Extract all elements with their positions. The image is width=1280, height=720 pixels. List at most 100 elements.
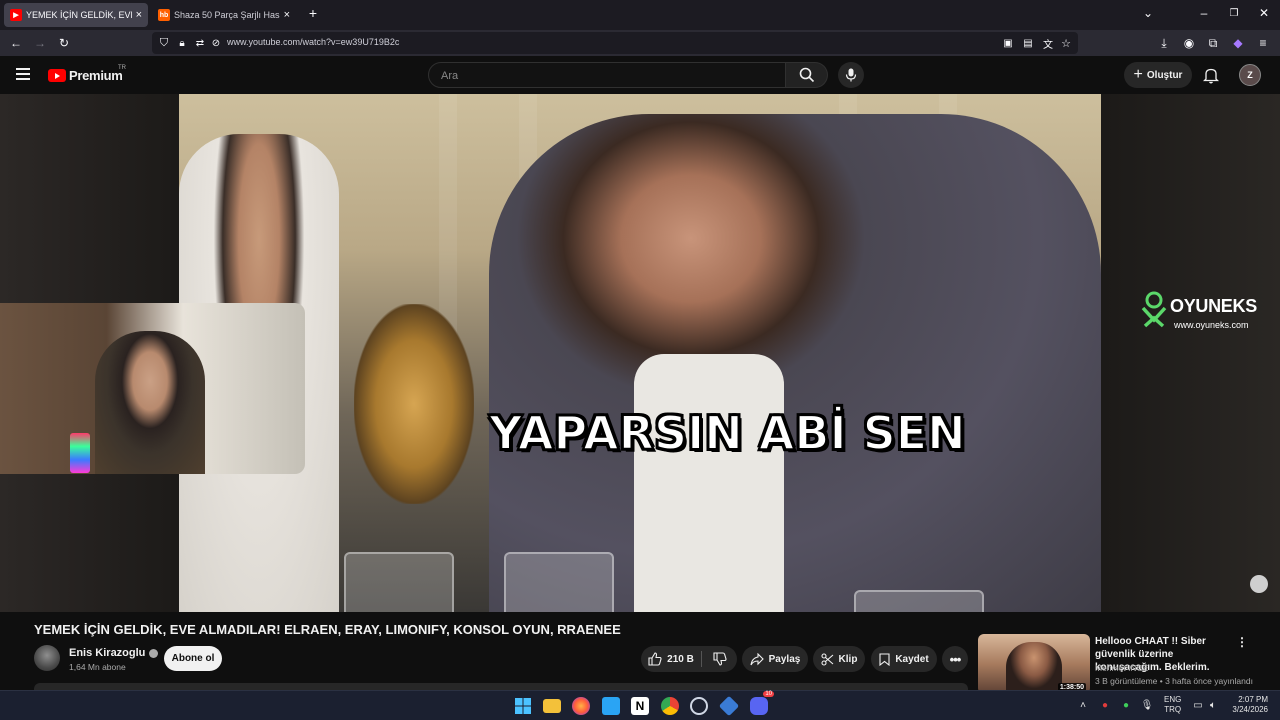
thumbs-down-icon	[713, 652, 727, 666]
tab-close-icon[interactable]: ×	[136, 9, 142, 21]
tab-youtube-video[interactable]: ▶ YEMEK İÇİN GELDİK, EVE ALMAD ×	[4, 3, 148, 27]
voice-search-button[interactable]	[838, 62, 864, 88]
create-label: Oluştur	[1146, 69, 1183, 81]
minimize-window-icon[interactable]: –	[1196, 6, 1212, 20]
share-button[interactable]: Paylaş	[742, 646, 808, 672]
discord-badge: 10	[763, 691, 774, 697]
thumbnail-person	[1006, 642, 1062, 694]
network-icon[interactable]: ▭	[1192, 699, 1204, 711]
app-diamond-icon[interactable]	[718, 695, 740, 717]
tray-chevron-icon[interactable]: ˄	[1077, 699, 1089, 711]
forward-arrow-icon[interactable]: →	[32, 35, 48, 51]
extensions-icon[interactable]: ⧉	[1205, 35, 1221, 51]
channel-avatar[interactable]	[34, 645, 60, 671]
like-dislike-group: 210 B	[641, 646, 737, 672]
maximize-window-icon[interactable]: ❐	[1226, 8, 1242, 19]
youtube-play-icon	[48, 69, 66, 82]
scissors-icon	[820, 652, 833, 666]
tab-hepsiburada[interactable]: hb Shaza 50 Parça Şarjlı Hassas Tor ×	[152, 3, 296, 27]
obs-icon[interactable]	[690, 697, 708, 715]
sponsor-name: OYUNEKS	[1170, 296, 1257, 316]
file-explorer-icon[interactable]	[543, 699, 561, 713]
lock-icon[interactable]: 🔒︎	[174, 35, 190, 51]
channel-watermark-icon[interactable]	[1250, 575, 1268, 593]
account-icon[interactable]: ◉	[1181, 35, 1197, 51]
thumbs-up-icon	[648, 652, 662, 666]
like-count: 210 B	[667, 653, 694, 665]
subscriber-count: 1,64 Mn abone	[69, 662, 126, 672]
notifications-button[interactable]	[1200, 64, 1222, 86]
bookmark-star-icon[interactable]: ☆	[1058, 35, 1074, 51]
recommended-channel-name[interactable]: Mehmet INCE	[1095, 663, 1148, 673]
tracking-blocked-icon[interactable]: ⊘	[208, 35, 224, 51]
chrome-icon[interactable]	[661, 697, 679, 715]
tray-mic-icon[interactable]: 🎙︎	[1141, 699, 1154, 711]
kebab-menu-icon[interactable]: ⋮	[1236, 635, 1248, 649]
tray-app-icon[interactable]: ●	[1099, 699, 1111, 711]
new-tab-button[interactable]: +	[305, 5, 321, 21]
streamer-webcam-overlay	[0, 303, 305, 474]
dislike-button[interactable]	[703, 646, 737, 672]
tray-status-icon[interactable]: ●	[1120, 699, 1132, 711]
verified-check-icon	[149, 648, 159, 658]
create-button[interactable]: + Oluştur	[1124, 62, 1192, 88]
right-person	[489, 114, 1101, 612]
bell-icon	[1203, 68, 1219, 83]
browser-navbar: ← → ↻ ⛉ 🔒︎ ⇄ ⊘ www.youtube.com/watch?v=e…	[0, 30, 1280, 56]
reload-icon[interactable]: ↻	[56, 35, 72, 51]
volume-icon[interactable]: 🔈︎	[1207, 699, 1219, 711]
notion-icon[interactable]: N	[631, 697, 649, 715]
input-language[interactable]: ENG TRQ	[1164, 695, 1181, 715]
oyuneks-mascot-icon	[1141, 291, 1167, 328]
reader-view-icon[interactable]: ▤	[1020, 35, 1036, 51]
url-bar[interactable]: ⛉ 🔒︎ ⇄ ⊘ www.youtube.com/watch?v=ew39U71…	[152, 32, 1078, 54]
bookmark-icon	[879, 652, 890, 666]
extension-diamond-icon[interactable]: ◆	[1230, 35, 1246, 51]
video-frame[interactable]: YAPARSIN ABİ SEN	[179, 94, 1101, 612]
clock-date: 3/24/2026	[1232, 705, 1268, 714]
hb-favicon-icon: hb	[158, 9, 170, 21]
firefox-icon[interactable]	[572, 697, 590, 715]
back-arrow-icon[interactable]: ←	[8, 35, 24, 51]
download-icon[interactable]: ⤓	[1156, 35, 1172, 51]
streamer-person	[95, 331, 205, 474]
recommended-video-thumbnail[interactable]: 1:38:50	[978, 634, 1090, 694]
video-caption: YAPARSIN ABİ SEN	[488, 405, 967, 461]
shield-icon[interactable]: ⛉	[156, 35, 172, 51]
screenshot-icon[interactable]: ▣	[1000, 35, 1016, 51]
tab-close-icon[interactable]: ×	[284, 9, 290, 21]
subscribe-button[interactable]: Abone ol	[164, 646, 222, 671]
trophy-emblem	[354, 304, 474, 504]
water-glass	[504, 552, 614, 612]
user-avatar[interactable]: Z	[1239, 64, 1261, 86]
save-label: Kaydet	[895, 653, 929, 665]
search-input[interactable]: Ara	[428, 62, 786, 88]
translate-icon[interactable]: 文	[1040, 35, 1056, 51]
tab-list-chevron-icon[interactable]: ⌄	[1140, 6, 1156, 20]
store-app-icon[interactable]	[602, 697, 620, 715]
lang-top: ENG	[1164, 695, 1182, 704]
channel-name[interactable]: Enis Kirazoglu	[69, 647, 159, 659]
tab-title: YEMEK İÇİN GELDİK, EVE ALMAD	[26, 10, 132, 20]
windows-start-icon[interactable]	[514, 697, 532, 715]
search-button[interactable]	[786, 62, 828, 88]
menu-icon[interactable]: ≡	[1255, 35, 1271, 51]
hamburger-menu-icon[interactable]	[16, 68, 30, 80]
video-player[interactable]: YAPARSIN ABİ SEN OYUNEKS www.oyuneks.com	[0, 94, 1280, 612]
clip-button[interactable]: Klip	[813, 646, 865, 672]
discord-icon[interactable]: 10	[750, 691, 774, 715]
youtube-header: Premium TR Ara + Oluştur Z	[0, 56, 1280, 94]
clock[interactable]: 2:07 PM 3/24/2026	[1226, 695, 1268, 715]
logo-text: Premium	[69, 68, 123, 83]
browser-tab-strip: ▶ YEMEK İÇİN GELDİK, EVE ALMAD × hb Shaz…	[0, 0, 1280, 30]
save-button[interactable]: Kaydet	[871, 646, 937, 672]
more-dots-icon: •••	[949, 651, 962, 667]
close-window-icon[interactable]: ✕	[1256, 6, 1272, 20]
youtube-premium-logo[interactable]: Premium	[48, 68, 123, 83]
more-actions-button[interactable]: •••	[942, 646, 968, 672]
plus-icon: +	[1133, 66, 1143, 83]
permissions-icon[interactable]: ⇄	[192, 35, 208, 51]
sponsor-logo: OYUNEKS www.oyuneks.com	[1140, 290, 1266, 340]
region-code: TR	[118, 65, 126, 71]
like-button[interactable]: 210 B	[641, 646, 701, 672]
